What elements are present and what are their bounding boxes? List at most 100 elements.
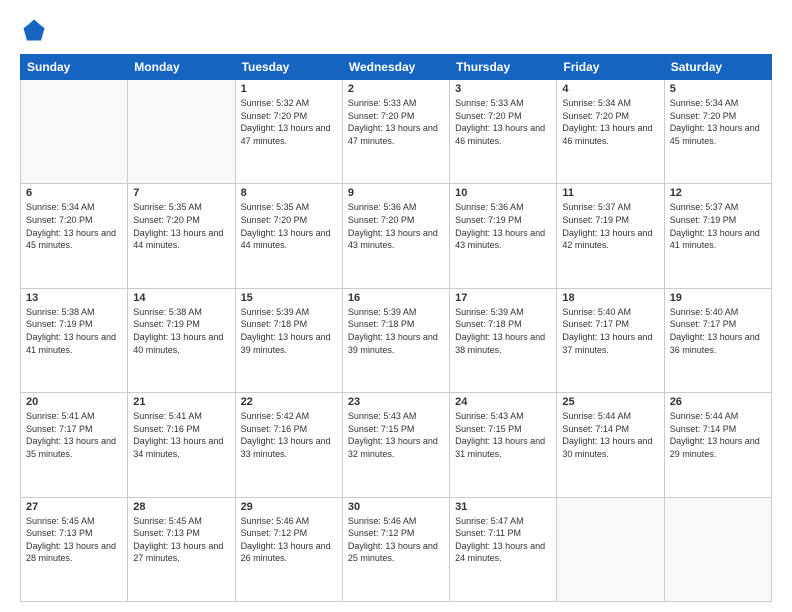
day-number: 31 (455, 501, 551, 513)
day-number: 14 (133, 292, 229, 304)
day-info: Sunrise: 5:32 AMSunset: 7:20 PMDaylight:… (241, 97, 337, 147)
day-number: 15 (241, 292, 337, 304)
calendar-cell: 15 Sunrise: 5:39 AMSunset: 7:18 PMDayligh… (235, 288, 342, 392)
week-row-3: 13 Sunrise: 5:38 AMSunset: 7:19 PMDayligh… (21, 288, 772, 392)
calendar-cell: 20 Sunrise: 5:41 AMSunset: 7:17 PMDayligh… (21, 393, 128, 497)
day-info: Sunrise: 5:34 AMSunset: 7:20 PMDaylight:… (562, 97, 658, 147)
week-row-4: 20 Sunrise: 5:41 AMSunset: 7:17 PMDayligh… (21, 393, 772, 497)
calendar-table: SundayMondayTuesdayWednesdayThursdayFrid… (20, 54, 772, 602)
day-number: 24 (455, 396, 551, 408)
col-header-saturday: Saturday (664, 55, 771, 80)
day-number: 3 (455, 83, 551, 95)
day-info: Sunrise: 5:41 AMSunset: 7:16 PMDaylight:… (133, 410, 229, 460)
calendar-cell: 11 Sunrise: 5:37 AMSunset: 7:19 PMDayligh… (557, 184, 664, 288)
day-number: 11 (562, 187, 658, 199)
day-number: 1 (241, 83, 337, 95)
col-header-sunday: Sunday (21, 55, 128, 80)
day-info: Sunrise: 5:34 AMSunset: 7:20 PMDaylight:… (670, 97, 766, 147)
day-info: Sunrise: 5:35 AMSunset: 7:20 PMDaylight:… (241, 201, 337, 251)
calendar-cell: 5 Sunrise: 5:34 AMSunset: 7:20 PMDaylight… (664, 80, 771, 184)
calendar-cell: 21Sunrise: 5:41 AMSunset: 7:16 PMDayligh… (128, 393, 235, 497)
calendar-cell: 14Sunrise: 5:38 AMSunset: 7:19 PMDayligh… (128, 288, 235, 392)
calendar-cell: 30 Sunrise: 5:46 AMSunset: 7:12 PMDayligh… (342, 497, 449, 601)
day-number: 12 (670, 187, 766, 199)
day-info: Sunrise: 5:45 AMSunset: 7:13 PMDaylight:… (133, 515, 229, 565)
day-info: Sunrise: 5:33 AMSunset: 7:20 PMDaylight:… (348, 97, 444, 147)
calendar-cell: 22Sunrise: 5:42 AMSunset: 7:16 PMDayligh… (235, 393, 342, 497)
day-info: Sunrise: 5:47 AMSunset: 7:11 PMDaylight:… (455, 515, 551, 565)
calendar-cell: 24 Sunrise: 5:43 AMSunset: 7:15 PMDayligh… (450, 393, 557, 497)
calendar-cell: 4 Sunrise: 5:34 AMSunset: 7:20 PMDaylight… (557, 80, 664, 184)
day-info: Sunrise: 5:43 AMSunset: 7:15 PMDaylight:… (348, 410, 444, 460)
calendar-cell (664, 497, 771, 601)
page: SundayMondayTuesdayWednesdayThursdayFrid… (0, 0, 792, 612)
logo-icon (20, 16, 48, 44)
day-info: Sunrise: 5:44 AMSunset: 7:14 PMDaylight:… (670, 410, 766, 460)
day-number: 25 (562, 396, 658, 408)
day-number: 16 (348, 292, 444, 304)
calendar-cell: 25 Sunrise: 5:44 AMSunset: 7:14 PMDayligh… (557, 393, 664, 497)
week-row-5: 27 Sunrise: 5:45 AMSunset: 7:13 PMDayligh… (21, 497, 772, 601)
day-number: 27 (26, 501, 122, 513)
day-number: 19 (670, 292, 766, 304)
day-info: Sunrise: 5:40 AMSunset: 7:17 PMDaylight:… (670, 306, 766, 356)
day-number: 4 (562, 83, 658, 95)
calendar-cell: 2 Sunrise: 5:33 AMSunset: 7:20 PMDaylight… (342, 80, 449, 184)
calendar-cell (128, 80, 235, 184)
calendar-cell: 12 Sunrise: 5:37 AMSunset: 7:19 PMDayligh… (664, 184, 771, 288)
day-info: Sunrise: 5:37 AMSunset: 7:19 PMDaylight:… (562, 201, 658, 251)
day-number: 18 (562, 292, 658, 304)
day-info: Sunrise: 5:45 AMSunset: 7:13 PMDaylight:… (26, 515, 122, 565)
header (20, 16, 772, 44)
week-row-1: 1 Sunrise: 5:32 AMSunset: 7:20 PMDaylight… (21, 80, 772, 184)
day-info: Sunrise: 5:41 AMSunset: 7:17 PMDaylight:… (26, 410, 122, 460)
calendar-cell: 8 Sunrise: 5:35 AMSunset: 7:20 PMDaylight… (235, 184, 342, 288)
calendar-cell: 3Sunrise: 5:33 AMSunset: 7:20 PMDaylight… (450, 80, 557, 184)
day-info: Sunrise: 5:37 AMSunset: 7:19 PMDaylight:… (670, 201, 766, 251)
day-number: 6 (26, 187, 122, 199)
calendar-cell: 26 Sunrise: 5:44 AMSunset: 7:14 PMDayligh… (664, 393, 771, 497)
week-row-2: 6 Sunrise: 5:34 AMSunset: 7:20 PMDaylight… (21, 184, 772, 288)
calendar-cell: 31 Sunrise: 5:47 AMSunset: 7:11 PMDayligh… (450, 497, 557, 601)
day-number: 20 (26, 396, 122, 408)
day-number: 8 (241, 187, 337, 199)
calendar-cell: 1 Sunrise: 5:32 AMSunset: 7:20 PMDaylight… (235, 80, 342, 184)
day-info: Sunrise: 5:42 AMSunset: 7:16 PMDaylight:… (241, 410, 337, 460)
calendar-header-row: SundayMondayTuesdayWednesdayThursdayFrid… (21, 55, 772, 80)
calendar-cell: 16 Sunrise: 5:39 AMSunset: 7:18 PMDayligh… (342, 288, 449, 392)
calendar-cell: 29 Sunrise: 5:46 AMSunset: 7:12 PMDayligh… (235, 497, 342, 601)
calendar-cell: 9Sunrise: 5:36 AMSunset: 7:20 PMDaylight… (342, 184, 449, 288)
day-number: 5 (670, 83, 766, 95)
day-number: 26 (670, 396, 766, 408)
day-info: Sunrise: 5:46 AMSunset: 7:12 PMDaylight:… (241, 515, 337, 565)
day-number: 28 (133, 501, 229, 513)
col-header-wednesday: Wednesday (342, 55, 449, 80)
day-number: 7 (133, 187, 229, 199)
day-info: Sunrise: 5:35 AMSunset: 7:20 PMDaylight:… (133, 201, 229, 251)
col-header-friday: Friday (557, 55, 664, 80)
calendar-cell: 7 Sunrise: 5:35 AMSunset: 7:20 PMDaylight… (128, 184, 235, 288)
calendar-cell (557, 497, 664, 601)
day-info: Sunrise: 5:39 AMSunset: 7:18 PMDaylight:… (455, 306, 551, 356)
day-info: Sunrise: 5:38 AMSunset: 7:19 PMDaylight:… (26, 306, 122, 356)
day-number: 23 (348, 396, 444, 408)
calendar-cell (21, 80, 128, 184)
day-number: 13 (26, 292, 122, 304)
col-header-thursday: Thursday (450, 55, 557, 80)
day-number: 30 (348, 501, 444, 513)
day-info: Sunrise: 5:43 AMSunset: 7:15 PMDaylight:… (455, 410, 551, 460)
day-number: 29 (241, 501, 337, 513)
calendar-cell: 10Sunrise: 5:36 AMSunset: 7:19 PMDayligh… (450, 184, 557, 288)
calendar-cell: 23 Sunrise: 5:43 AMSunset: 7:15 PMDayligh… (342, 393, 449, 497)
day-number: 17 (455, 292, 551, 304)
logo (20, 16, 52, 44)
day-number: 9 (348, 187, 444, 199)
day-number: 2 (348, 83, 444, 95)
day-info: Sunrise: 5:44 AMSunset: 7:14 PMDaylight:… (562, 410, 658, 460)
calendar-cell: 28 Sunrise: 5:45 AMSunset: 7:13 PMDayligh… (128, 497, 235, 601)
day-info: Sunrise: 5:46 AMSunset: 7:12 PMDaylight:… (348, 515, 444, 565)
day-info: Sunrise: 5:40 AMSunset: 7:17 PMDaylight:… (562, 306, 658, 356)
day-info: Sunrise: 5:39 AMSunset: 7:18 PMDaylight:… (241, 306, 337, 356)
day-info: Sunrise: 5:39 AMSunset: 7:18 PMDaylight:… (348, 306, 444, 356)
day-info: Sunrise: 5:34 AMSunset: 7:20 PMDaylight:… (26, 201, 122, 251)
